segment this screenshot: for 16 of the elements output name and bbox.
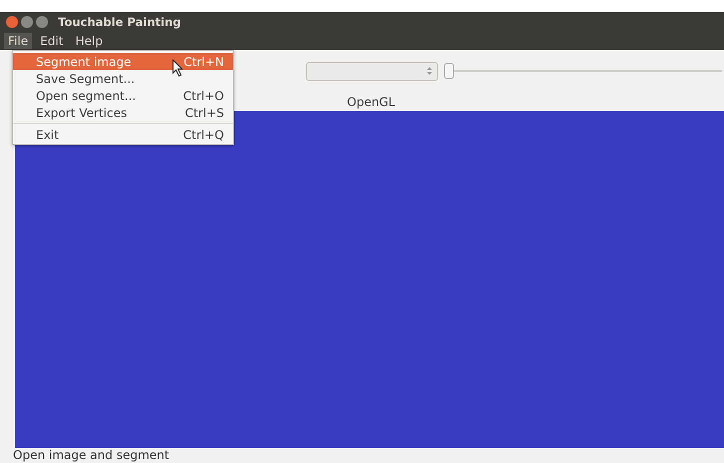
menu-item[interactable]: File xyxy=(4,33,32,49)
menu-entry[interactable]: Exit Ctrl+Q xyxy=(13,126,233,143)
slider[interactable] xyxy=(444,63,722,79)
spin-arrows-icon xyxy=(427,66,432,74)
menu-entry[interactable]: Open segment... Ctrl+O xyxy=(13,87,233,104)
slider-thumb[interactable] xyxy=(444,63,454,79)
menu-entry[interactable]: Export Vertices Ctrl+S xyxy=(13,104,233,121)
canvas-label: OpenGL xyxy=(347,94,396,108)
status-text: Open image and segment xyxy=(12,448,170,463)
mouse-cursor-icon xyxy=(172,59,184,77)
combo-box[interactable] xyxy=(306,62,438,80)
window-buttons-icon[interactable] xyxy=(6,16,48,28)
window-title: Touchable Painting xyxy=(58,15,182,29)
menu-entry[interactable]: Save Segment... xyxy=(13,70,233,87)
menu-item[interactable]: Help xyxy=(71,33,107,49)
menu-item[interactable]: Edit xyxy=(36,33,68,49)
